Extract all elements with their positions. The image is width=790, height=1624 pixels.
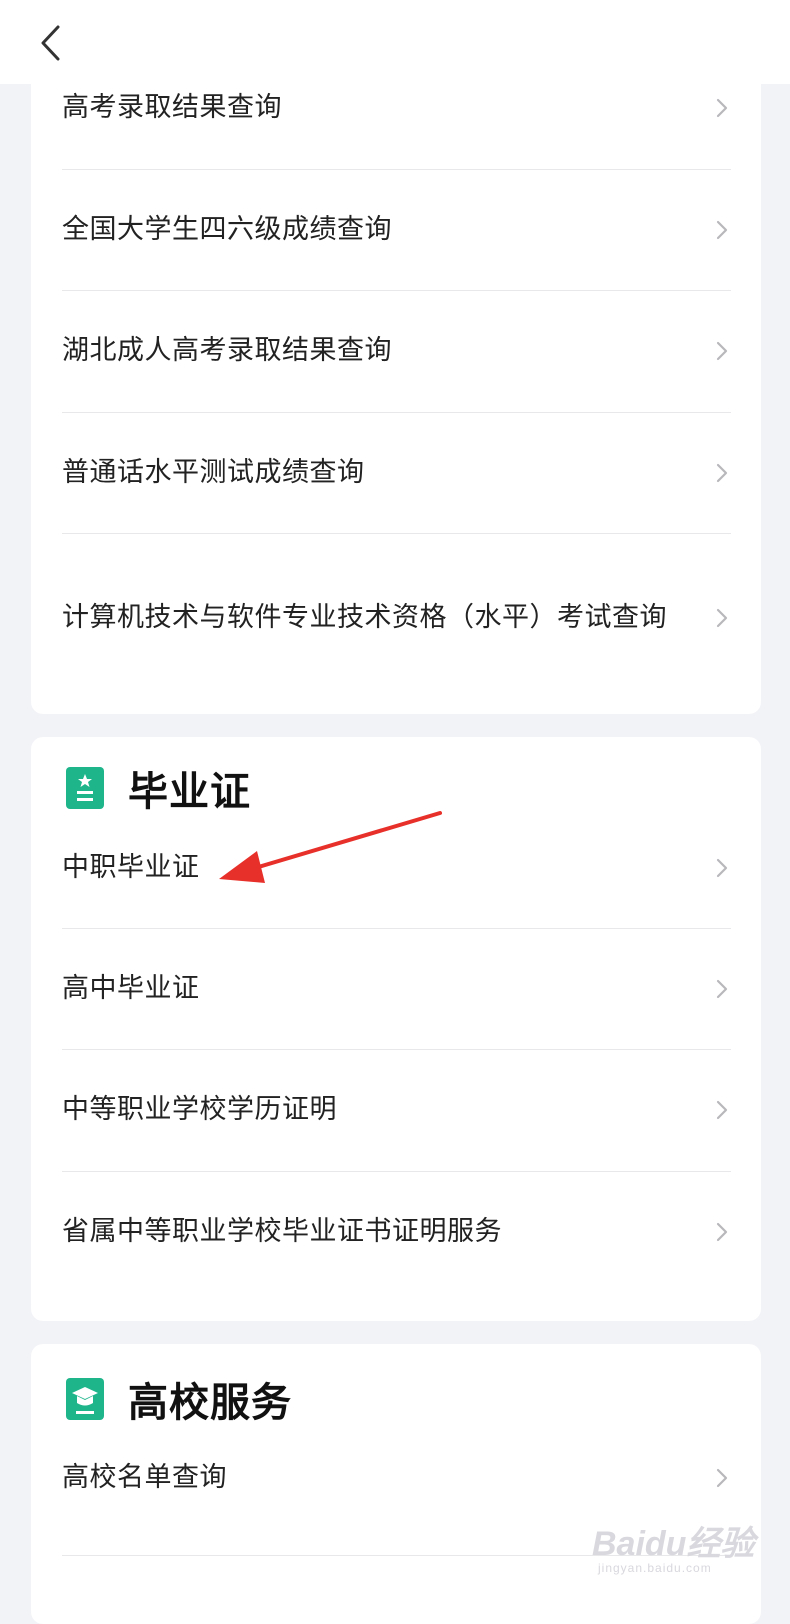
list-item-putonghua-test[interactable]: 普通话水平测试成绩查询 xyxy=(62,450,731,496)
list-item-label: 高中毕业证 xyxy=(62,973,200,1004)
divider xyxy=(62,1171,731,1172)
list-item-label: 高校名单查询 xyxy=(62,1462,227,1493)
watermark-brand: Baidu经验 xyxy=(592,1525,755,1563)
list-item-label: 普通话水平测试成绩查询 xyxy=(62,457,365,488)
list-item-label: 省属中等职业学校毕业证书证明服务 xyxy=(62,1216,502,1247)
chevron-right-icon xyxy=(716,608,728,628)
chevron-right-icon xyxy=(716,341,728,361)
list-item-cet[interactable]: 全国大学生四六级成绩查询 xyxy=(62,207,731,253)
chevron-right-icon xyxy=(716,979,728,999)
divider xyxy=(62,533,731,534)
exam-query-card: 高考录取结果查询 全国大学生四六级成绩查询 湖北成人高考录取结果查询 普通话水平… xyxy=(31,0,761,714)
list-item-gaokao-admission[interactable]: 高考录取结果查询 xyxy=(62,85,731,131)
divider xyxy=(62,290,731,291)
chevron-right-icon xyxy=(716,1468,728,1488)
list-item-label: 中等职业学校学历证明 xyxy=(62,1094,337,1125)
divider xyxy=(62,412,731,413)
chevron-right-icon xyxy=(716,463,728,483)
list-item-computer-qualification[interactable]: 计算机技术与软件专业技术资格（水平）考试查询 xyxy=(62,572,731,664)
list-item-university-list-query[interactable]: 高校名单查询 xyxy=(62,1455,731,1501)
divider xyxy=(62,1049,731,1050)
list-item-label: 高考录取结果查询 xyxy=(62,92,282,123)
chevron-right-icon xyxy=(716,1222,728,1242)
red-arrow-icon xyxy=(219,811,442,883)
list-item-hubei-adult-exam[interactable]: 湖北成人高考录取结果查询 xyxy=(62,328,731,374)
list-item-provincial-vocational-certificate-service[interactable]: 省属中等职业学校毕业证书证明服务 xyxy=(62,1209,731,1255)
divider xyxy=(62,928,731,929)
list-item-label: 计算机技术与软件专业技术资格（水平）考试查询 xyxy=(62,602,667,633)
chevron-right-icon xyxy=(716,220,728,240)
chevron-right-icon xyxy=(716,858,728,878)
chevron-right-icon xyxy=(716,98,728,118)
list-item-high-school-diploma[interactable]: 高中毕业证 xyxy=(62,966,731,1012)
divider xyxy=(62,169,731,170)
graduation-cap-icon xyxy=(66,1378,104,1420)
list-item-vocational-school-certificate[interactable]: 中等职业学校学历证明 xyxy=(62,1087,731,1133)
chevron-left-icon xyxy=(41,25,60,61)
list-item-label: 全国大学生四六级成绩查询 xyxy=(62,214,392,245)
chevron-right-icon xyxy=(716,1100,728,1120)
section-header: 高校服务 xyxy=(66,1370,292,1428)
certificate-icon xyxy=(66,767,104,809)
section-title: 高校服务 xyxy=(128,1380,292,1426)
top-bar xyxy=(0,0,790,84)
watermark-url: jingyan.baidu.com xyxy=(598,1561,712,1575)
list-item-label: 湖北成人高考录取结果查询 xyxy=(62,335,392,366)
baidu-jingyan-watermark: Baidu经验 jingyan.baidu.com xyxy=(592,1516,762,1586)
back-button[interactable] xyxy=(30,18,70,68)
